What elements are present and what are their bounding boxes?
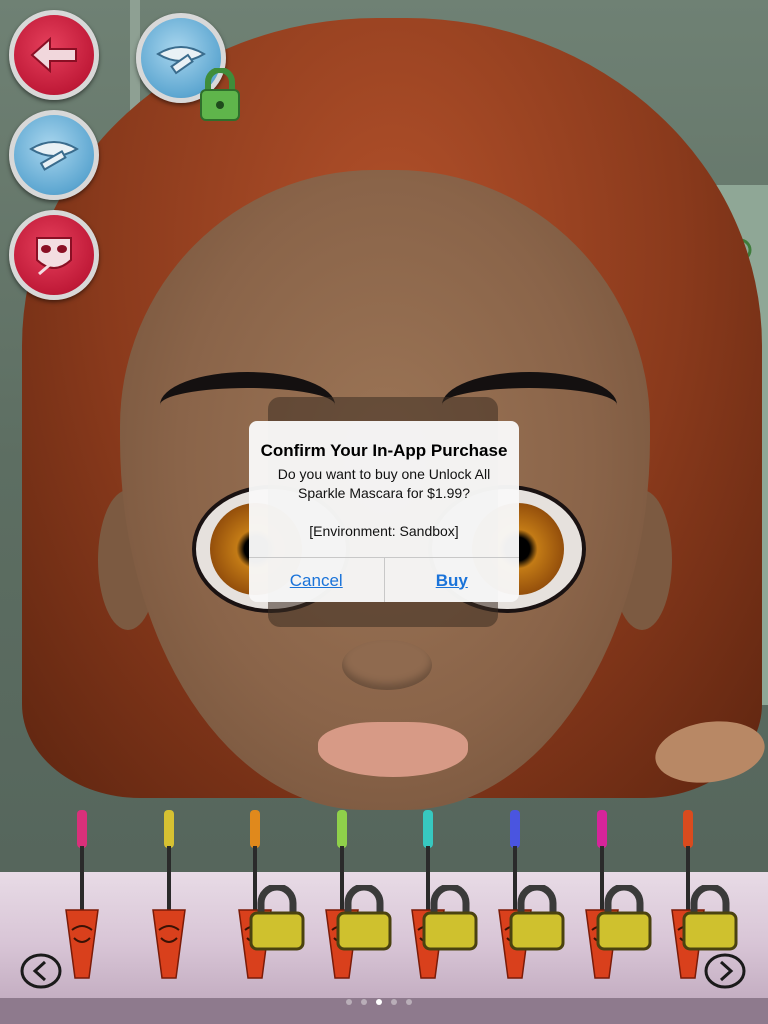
dialog-title: Confirm Your In-App Purchase <box>260 441 508 460</box>
dialog-message: Do you want to buy one Unlock All Sparkl… <box>277 466 491 539</box>
game-scene: Confirm Your In-App Purchase Do you want… <box>0 0 768 1024</box>
next-page-arrow-icon[interactable] <box>704 952 746 990</box>
prev-page-arrow-icon[interactable] <box>20 952 62 990</box>
page-dot[interactable] <box>376 999 382 1005</box>
padlock-icon <box>596 885 652 951</box>
face-mask-tool-button[interactable] <box>9 210 99 300</box>
page-indicator <box>346 999 412 1005</box>
purchase-dialog: Confirm Your In-App Purchase Do you want… <box>249 421 519 602</box>
buy-button[interactable]: Buy <box>383 558 520 602</box>
character-lips <box>318 722 468 777</box>
back-button[interactable] <box>9 10 99 100</box>
page-dot[interactable] <box>361 999 367 1005</box>
character-nose <box>342 640 432 690</box>
padlock-icon <box>509 885 565 951</box>
mascara-item[interactable] <box>62 810 102 985</box>
page-dot[interactable] <box>406 999 412 1005</box>
page-dot[interactable] <box>346 999 352 1005</box>
page-dot[interactable] <box>391 999 397 1005</box>
lock-icon <box>200 68 240 121</box>
padlock-icon <box>682 885 738 951</box>
padlock-icon <box>249 885 305 951</box>
back-arrow-icon <box>30 37 77 73</box>
padlock-icon <box>336 885 392 951</box>
cancel-button[interactable]: Cancel <box>249 558 384 602</box>
face-mask-icon <box>36 237 72 276</box>
dialog-buttons: Cancel Buy <box>249 557 519 602</box>
padlock-icon <box>422 885 478 951</box>
mascara-item[interactable] <box>149 810 189 985</box>
lips-brush-icon <box>29 141 79 171</box>
lip-brush-tool-button[interactable] <box>9 110 99 200</box>
